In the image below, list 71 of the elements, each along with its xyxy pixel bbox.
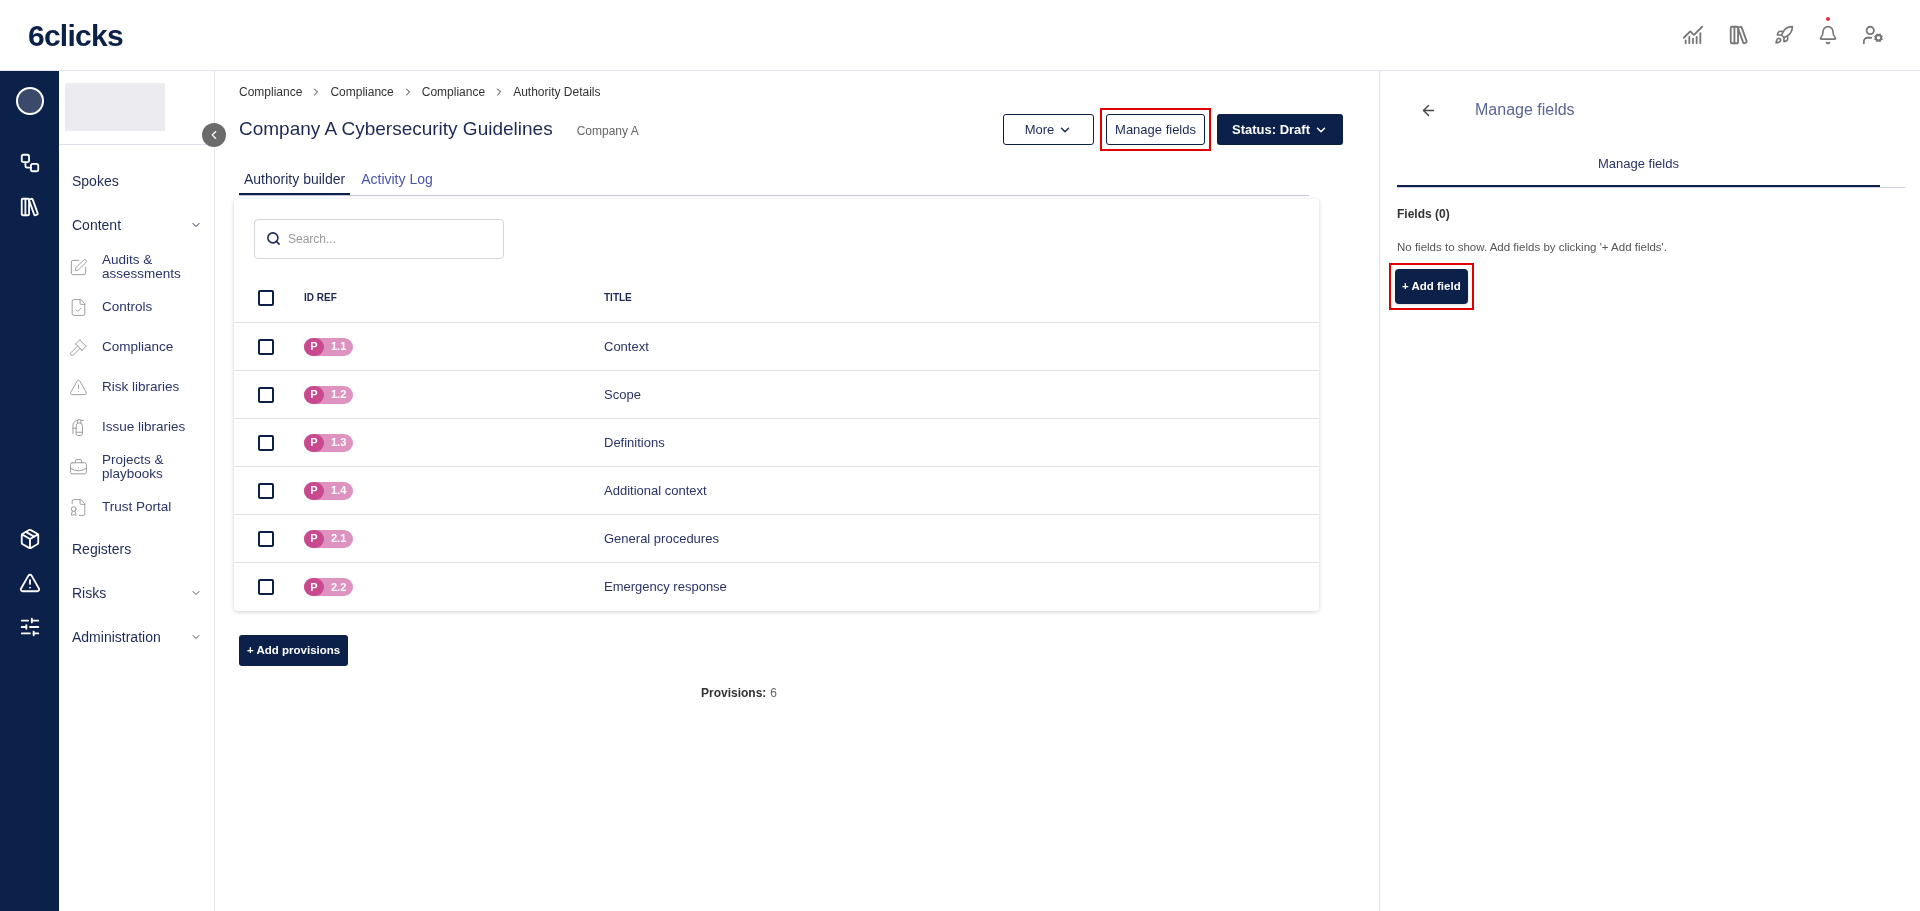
empty-message: No fields to show. Add fields by clicking '+ Add fields'. <box>1397 240 1668 255</box>
sidebar-item[interactable]: Registers <box>59 527 214 571</box>
reference-badge: P 1.4 <box>304 481 354 500</box>
status-button[interactable]: Status: Draft <box>1217 114 1343 145</box>
table-cell-text: General procedures <box>604 529 719 548</box>
reference-badge: P 1.2 <box>304 385 354 404</box>
sidebar-subitem[interactable]: Compliance <box>59 327 214 367</box>
sidebar-item[interactable]: Spokes <box>59 159 214 203</box>
more-button[interactable]: More <box>1003 114 1095 145</box>
breadcrumb-link[interactable]: Compliance <box>239 83 303 101</box>
column-header: ID REF <box>304 291 338 305</box>
reference-badge: P 2.2 <box>304 578 354 596</box>
user-settings-icon[interactable] <box>1862 24 1884 46</box>
fields-heading: Fields (0) <box>1397 206 1451 223</box>
sidebar-subitem[interactable]: Risk libraries <box>59 367 214 407</box>
checkbox[interactable] <box>258 530 274 547</box>
reference-badge: P 1.3 <box>304 433 354 452</box>
file-check-icon <box>69 297 88 317</box>
chart-icon[interactable] <box>1682 24 1704 46</box>
rocket-icon[interactable] <box>1774 25 1794 45</box>
warning-icon[interactable] <box>18 572 41 594</box>
sliders-icon[interactable] <box>18 616 41 638</box>
library-icon[interactable] <box>18 196 41 218</box>
breadcrumb-link[interactable]: Authority Details <box>513 83 601 101</box>
sidebar-item[interactable]: Administration <box>59 615 214 659</box>
checkbox[interactable] <box>258 482 274 499</box>
provisions-count: 6 <box>770 685 777 702</box>
warning-icon <box>69 377 88 397</box>
table-cell-text: Scope <box>604 385 641 404</box>
provisions-label: Provisions: <box>700 685 767 702</box>
manage-fields-button[interactable]: Manage fields <box>1106 114 1205 145</box>
checkbox[interactable] <box>258 434 274 451</box>
table-cell-text: Definitions <box>604 433 665 452</box>
certificate-icon <box>69 497 88 517</box>
page-title: Company A Cybersecurity Guidelines <box>239 117 553 142</box>
search-field[interactable]: Search... <box>254 219 504 259</box>
notifications-icon[interactable] <box>1818 25 1838 45</box>
sidebar-subitem[interactable]: Trust Portal <box>59 487 214 527</box>
sidebar-subitem[interactable]: Issue libraries <box>59 407 214 447</box>
pen-icon <box>69 257 88 277</box>
tab[interactable]: Activity Log <box>356 165 438 195</box>
box-icon[interactable] <box>18 528 41 550</box>
sidebar-subitem[interactable]: Projects & playbooks <box>59 447 214 487</box>
avatar[interactable] <box>15 87 44 115</box>
search-icon <box>266 231 281 246</box>
checkbox[interactable] <box>258 386 274 403</box>
page-subtitle: Company A <box>576 123 639 141</box>
gavel-icon <box>69 337 88 357</box>
panel-tab[interactable]: Manage fields <box>1397 142 1880 187</box>
add-field-button[interactable]: + Add field <box>1395 269 1468 305</box>
sidebar-subitem[interactable]: Controls <box>59 287 214 327</box>
reference-badge: P 2.1 <box>304 529 354 548</box>
sidebar-subitem[interactable]: Audits & assessments <box>59 247 214 287</box>
sidebar-item[interactable]: Risks <box>59 571 214 615</box>
briefcase-icon <box>69 457 88 477</box>
panel-title: Manage fields <box>1475 100 1575 120</box>
logo[interactable]: 6clicks <box>28 12 123 58</box>
breadcrumb-link[interactable]: Compliance <box>421 83 486 101</box>
checkbox[interactable] <box>258 289 274 306</box>
checkbox[interactable] <box>258 579 274 595</box>
sidebar-item[interactable]: Content <box>59 203 214 247</box>
add-provisions-button[interactable]: + Add provisions <box>239 635 349 666</box>
reference-badge: P 1.1 <box>304 337 354 356</box>
column-header: TITLE <box>604 291 632 305</box>
tab[interactable]: Authority builder <box>239 165 351 195</box>
collapse-button[interactable] <box>202 123 226 147</box>
breadcrumb-link[interactable]: Compliance <box>330 83 394 101</box>
table-cell-text: Emergency response <box>604 578 727 597</box>
table-cell-text: Additional context <box>604 481 707 500</box>
checkbox[interactable] <box>258 338 274 355</box>
table-cell-text: Context <box>604 337 649 356</box>
